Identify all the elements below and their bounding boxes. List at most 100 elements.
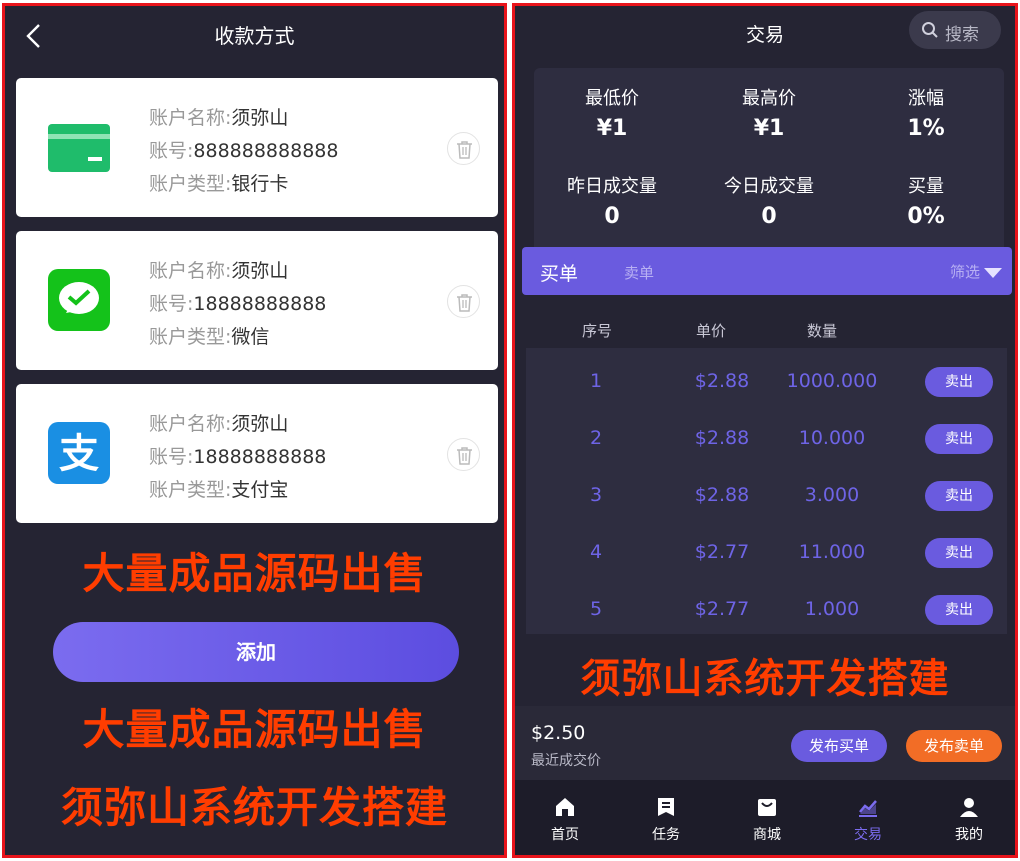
sell-button[interactable]: 卖出 [925,424,993,454]
account-number-value: 888888888888 [193,140,339,162]
order-list: 1 $2.88 1000.000 卖出 2 $2.88 10.000 卖出 3 … [526,348,1007,634]
account-type-value: 支付宝 [231,479,289,501]
nav-item-trade[interactable]: 交易 [838,796,898,844]
order-price: $2.88 [694,484,750,506]
market-stats: 最低价 ¥1 最高价 ¥1 涨幅 1% 昨日成交量 0 今日成交量 0 买量 0% [534,68,1004,268]
order-tabs: 买单 卖单 筛选 [522,247,1012,295]
order-quantity: 1000.000 [786,370,878,392]
account-number-value: 18888888888 [193,293,327,315]
nav-label: 首页 [551,827,579,843]
triangle-down-icon [984,267,1002,278]
sell-button[interactable]: 卖出 [925,538,993,568]
account-number-label: 账号: [149,293,194,315]
stat-value: 0% [907,204,945,229]
column-price: 单价 [696,322,727,340]
nav-label: 交易 [854,827,882,843]
bank-card-icon [48,116,110,178]
nav-label: 我的 [955,827,983,843]
alipay-icon: 支 [48,422,110,484]
search-button[interactable]: 搜索 [909,11,1001,49]
user-icon [960,798,978,817]
order-quantity: 10.000 [798,427,866,449]
stat-label: 买量 [908,176,944,197]
stat-buy-volume: 买量 0% [848,172,1004,229]
wechat-icon [48,269,110,331]
nav-item-home[interactable]: 首页 [535,796,595,844]
account-type-label: 账户类型: [149,173,232,195]
table-row: 1 $2.88 1000.000 卖出 [526,353,1007,410]
header: 收款方式 [5,6,504,62]
trade-screen: 交易 搜索 最低价 ¥1 最高价 ¥1 涨幅 1% 昨日成交量 0 今日成交量 0 买量 0… [512,3,1018,858]
account-number-value: 18888888888 [193,446,327,468]
stat-yesterday-volume: 昨日成交量 0 [534,172,690,229]
table-row: 2 $2.88 10.000 卖出 [526,410,1007,467]
sell-button[interactable]: 卖出 [925,481,993,511]
column-index: 序号 [582,322,613,340]
payment-card-wechat[interactable]: 账户名称:须弥山 账号:18888888888 账户类型:微信 [16,231,498,370]
stat-high: 最高价 ¥1 [691,84,847,141]
account-type-value: 银行卡 [231,173,289,195]
delete-button[interactable] [447,438,480,471]
order-index: 1 [589,370,603,392]
nav-item-task[interactable]: 任务 [636,796,696,844]
stat-label: 涨幅 [908,88,944,109]
last-price-label: 最近成交价 [531,753,601,769]
tab-sell-orders[interactable]: 卖单 [624,262,654,283]
add-button[interactable]: 添加 [53,622,459,682]
table-row: 3 $2.88 3.000 卖出 [526,467,1007,524]
payment-card-bank[interactable]: 账户名称:须弥山 账号:888888888888 账户类型:银行卡 [16,78,498,217]
sell-button[interactable]: 卖出 [925,367,993,397]
account-name-value: 须弥山 [231,413,289,435]
stat-label: 最高价 [742,88,796,109]
promo-banner: 大量成品源码出售 [82,549,427,598]
filter-button[interactable]: 筛选 [950,261,1002,282]
stat-value: 0 [761,204,777,229]
account-number-label: 账号: [149,446,194,468]
svg-text:支: 支 [59,431,99,477]
last-price-value: $2.50 [531,722,586,744]
account-info: 账户名称:须弥山 账号:18888888888 账户类型:微信 [149,255,326,354]
order-price: $2.77 [694,541,750,563]
sell-button[interactable]: 卖出 [925,595,993,625]
delete-button[interactable] [447,285,480,318]
account-info: 账户名称:须弥山 账号:888888888888 账户类型:银行卡 [149,102,338,201]
order-price: $2.88 [694,427,750,449]
table-row: 4 $2.77 11.000 卖出 [526,524,1007,581]
account-name-value: 须弥山 [231,260,289,282]
payment-methods-screen: 收款方式 账户名称:须弥山 账号:888888888888 账户类型:银行卡 账… [2,3,507,858]
nav-item-mall[interactable]: 商城 [737,796,797,844]
stat-change: 涨幅 1% [848,84,1004,141]
trash-icon [457,447,472,465]
task-icon [658,798,674,816]
home-icon [556,798,574,816]
stat-value: ¥1 [596,116,628,141]
tab-buy-orders[interactable]: 买单 [540,259,578,286]
trash-icon [457,141,472,159]
table-row: 5 $2.77 1.000 卖出 [526,581,1007,638]
publish-sell-button[interactable]: 发布卖单 [906,730,1002,762]
order-price: $2.77 [694,598,750,620]
column-quantity: 数量 [807,322,838,340]
account-name-value: 须弥山 [231,107,289,129]
account-number-label: 账号: [149,140,194,162]
order-quantity: 1.000 [804,598,860,620]
promo-banner: 须弥山系统开发搭建 [60,783,448,832]
account-type-label: 账户类型: [149,326,232,348]
trash-icon [457,294,472,312]
account-name-label: 账户名称: [149,413,232,435]
order-quantity: 11.000 [798,541,866,563]
stat-label: 昨日成交量 [567,176,657,197]
order-index: 4 [589,541,603,563]
nav-item-profile[interactable]: 我的 [939,796,999,844]
search-icon [922,22,938,38]
promo-banner: 须弥山系统开发搭建 [580,656,950,702]
account-type-label: 账户类型: [149,479,232,501]
filter-label: 筛选 [949,263,980,281]
account-type-value: 微信 [231,326,270,348]
payment-card-alipay[interactable]: 支 账户名称:须弥山 账号:18888888888 账户类型:支付宝 [16,384,498,523]
publish-buy-button[interactable]: 发布买单 [791,730,887,762]
account-name-label: 账户名称: [149,107,232,129]
nav-label: 商城 [753,827,781,843]
trade-icon [859,800,877,817]
delete-button[interactable] [447,132,480,165]
